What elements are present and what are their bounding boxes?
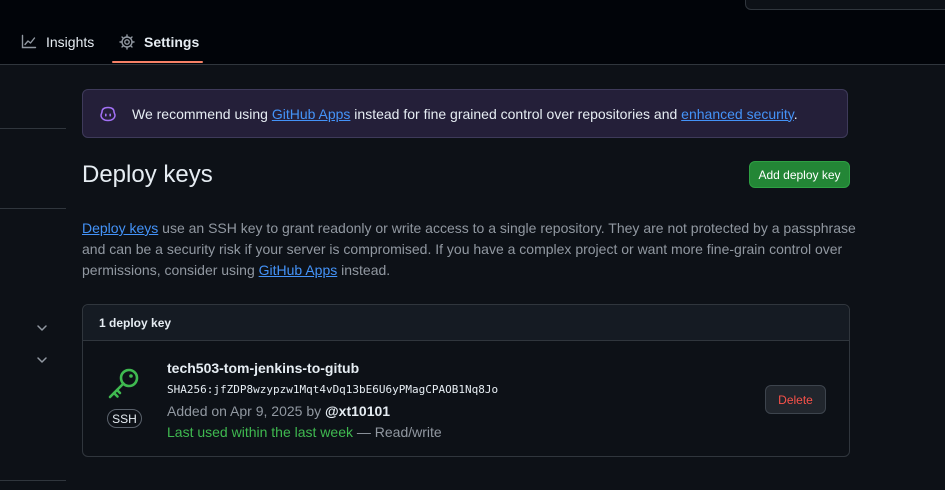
delete-key-button[interactable]: Delete	[765, 385, 826, 414]
deploy-key-fingerprint: SHA256:jfZDP8wzypzw1Mqt4vDq13bE6U6yPMagC…	[167, 383, 499, 396]
tab-settings-label: Settings	[144, 34, 200, 50]
deploy-key-count: 1 deploy key	[83, 305, 849, 341]
chevron-down-icon[interactable]	[34, 352, 50, 368]
github-apps-link[interactable]: GitHub Apps	[259, 262, 338, 278]
key-icon	[108, 368, 139, 399]
deploy-key-title: tech503-tom-jenkins-to-gitub	[167, 360, 360, 376]
deploy-keys-docs-link[interactable]: Deploy keys	[82, 220, 158, 236]
repo-nav-bar: Insights Settings	[0, 0, 945, 65]
access-level: — Read/write	[353, 424, 442, 440]
deploy-key-usage: Last used within the last week — Read/wr…	[167, 424, 442, 440]
deploy-keys-description: Deploy keys use an SSH key to grant read…	[82, 220, 856, 278]
top-search-box[interactable]	[745, 0, 945, 10]
copilot-icon	[99, 106, 117, 122]
github-apps-banner: We recommend using GitHub Apps instead f…	[82, 89, 848, 138]
page-title: Deploy keys	[82, 161, 213, 188]
tab-insights[interactable]: Insights	[21, 31, 94, 53]
github-apps-link[interactable]: GitHub Apps	[272, 106, 351, 122]
enhanced-security-link[interactable]: enhanced security	[681, 106, 794, 122]
tab-settings[interactable]: Settings	[119, 31, 199, 53]
sidebar-divider	[0, 480, 66, 481]
sidebar-divider	[0, 208, 66, 209]
key-type-badge: SSH	[107, 409, 142, 428]
graph-icon	[21, 34, 37, 49]
gear-icon	[119, 34, 135, 50]
last-used-status: Last used within the last week	[167, 424, 353, 440]
deploy-key-list: 1 deploy key SSH tech503-tom-jenkins-to-…	[82, 304, 850, 457]
active-tab-indicator	[112, 61, 203, 63]
banner-text: We recommend using GitHub Apps instead f…	[132, 105, 798, 122]
add-deploy-key-button[interactable]: Add deploy key	[749, 161, 850, 188]
sidebar-divider	[0, 128, 66, 129]
chevron-down-icon[interactable]	[34, 320, 50, 336]
deploy-key-added-info: Added on Apr 9, 2025 by @xt10101	[167, 403, 391, 419]
tab-insights-label: Insights	[46, 34, 95, 50]
added-by-user: @xt10101	[325, 403, 391, 419]
